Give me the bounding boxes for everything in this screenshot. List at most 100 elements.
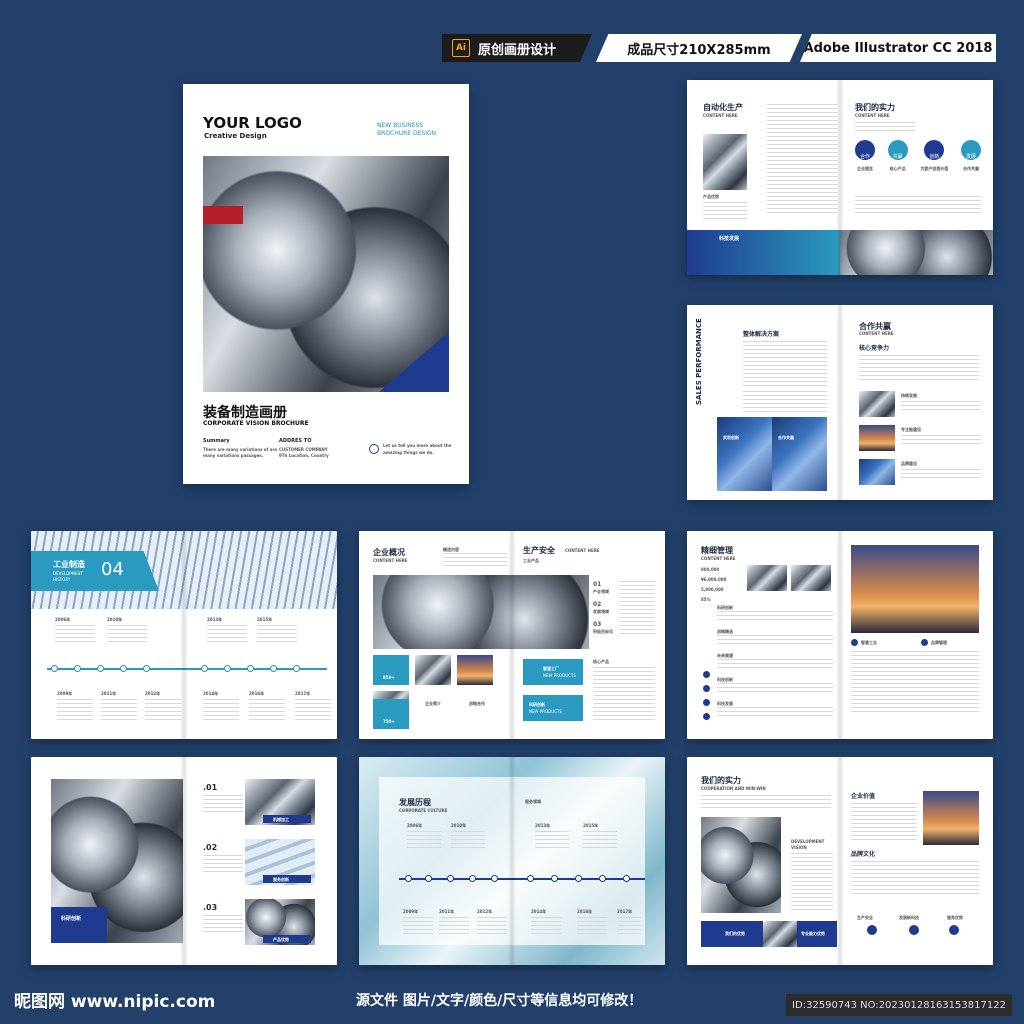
spread-research: 科研创新 .01 机械加工 .02 服务创新 .03 产品优势 (31, 757, 337, 965)
p3-timeline-dot (120, 665, 127, 672)
design-badge-label: 原创画册设计 (478, 42, 557, 58)
p7-timeline-dot (599, 875, 606, 882)
p5-left-title: 精细管理 (701, 546, 733, 555)
p7-year: 2011年 (439, 909, 455, 914)
p2-list-text (901, 469, 981, 481)
p5-left-sub: CONTENT HERE (701, 556, 736, 561)
p7-year: 2010年 (451, 823, 467, 828)
p5-bullet-icon (703, 713, 710, 720)
p4-num-label: 发展领域 (593, 609, 609, 614)
p3-year-text (57, 699, 93, 723)
p3-year: 2017年 (295, 691, 311, 696)
p5-stat: ¥6,000,000 (701, 577, 727, 582)
p6-thumb-bar: 产品优势 (263, 935, 311, 943)
p5-item-text (717, 659, 833, 669)
p4-box1: 智慧工厂 NEW PRODUCTS (523, 659, 583, 685)
address-label: ADDRES TO (279, 438, 312, 444)
p6-num: .03 (203, 903, 218, 912)
p4-stat: 750+ (383, 719, 395, 724)
p7-timeline-dot (405, 875, 412, 882)
p1-circle-label: 共赢 (887, 140, 908, 160)
nipic-logo: 昵图网 www.nipic.com (14, 992, 216, 1012)
p2-left-title: 整体解决方案 (743, 331, 780, 338)
p2-img-label: 实现创新 (723, 435, 739, 440)
p7-year: 2013年 (535, 823, 551, 828)
p3-year-text (295, 699, 331, 723)
p3-timeline-dot (224, 665, 231, 672)
p2-right-text (859, 355, 979, 383)
p5-stat: 800,000 (701, 567, 720, 572)
p2-blue-image-left: 实现创新 (717, 417, 772, 491)
p1-text-block (767, 104, 837, 214)
p4-thumb (415, 655, 451, 685)
p8-dev1: DEVELOPMENT (791, 839, 825, 844)
p4-box1-en: NEW PRODUCTS (543, 673, 576, 678)
p7-year-text (583, 831, 617, 851)
p1-left-caption: 产品优势 (703, 194, 719, 199)
tell-line1: Let us tell you more about the (383, 443, 452, 448)
p3-label-cn: 工业制造 (53, 560, 85, 569)
p8-bottom-label: 我们的优势 (725, 931, 745, 936)
p7-year-text (577, 917, 607, 935)
p1-circle: 共赢 核心产品 (887, 140, 908, 172)
p6-thumb: 产品优势 (245, 899, 315, 945)
p6-num-text (203, 915, 243, 935)
p7-timeline-dot (527, 875, 534, 882)
p4-box2-cn: 科研创新 (529, 702, 545, 707)
p5-bullet-icon (703, 671, 710, 678)
p3-timeline-dot (51, 665, 58, 672)
spread-cooperation: 我们的实力 COOPERATION AND WIN-WIN DEVELOPMEN… (687, 757, 993, 965)
p8-bottom-label: 专业能力优势 (801, 931, 825, 936)
p4-num-label: 产业领域 (593, 589, 609, 594)
p6-num: .01 (203, 783, 218, 792)
p5-item-text (717, 611, 833, 621)
p3-year: 2014年 (203, 691, 219, 696)
p4-num-text (619, 581, 655, 637)
p2-list-image (859, 425, 895, 451)
p5-item-text (717, 635, 833, 645)
p1-pipes-image (703, 134, 747, 190)
spread-automation: 自动化生产 CONTENT HERE 产品优势 科技发展 我们的实力 CONTE… (687, 80, 993, 275)
p4-thumb (457, 655, 493, 685)
p8-title-en: COOPERATION AND WIN-WIN (701, 786, 766, 791)
p3-year-text (101, 699, 137, 723)
p4-num: 02 (593, 601, 602, 608)
p1-right-lines (855, 122, 915, 132)
p2-list-image (859, 459, 895, 485)
p8-dev2: VISION (791, 845, 807, 850)
p7-year-text (617, 917, 641, 935)
p1-circle-label: 发展 (960, 140, 981, 160)
p2-list-item: 持续发展 (901, 393, 917, 398)
p7-title-cn: 发展历程 (399, 798, 431, 807)
address-line1: CUSTOMER COMPANY (279, 447, 328, 452)
p3-number: 04 (101, 559, 124, 580)
p4-left-text (443, 553, 507, 567)
p5-thumb (747, 565, 787, 591)
p1-right-text (855, 196, 981, 214)
red-part (203, 206, 243, 224)
p8-plane-image (923, 791, 979, 845)
p8-bottom-box: 我们的优势 (701, 921, 763, 947)
p3-year: 2006年 (55, 617, 71, 622)
p5-stat: 5,800,000 (701, 587, 724, 592)
p5-bullet-icon (703, 699, 710, 706)
cover-page: YOUR LOGO Creative Design NEW BUSINESS B… (183, 84, 469, 484)
footer-caption: 源文件 图片/文字/颜色/尺寸等信息均可修改！ (356, 993, 643, 1009)
p7-title-en: CORPORATE CULTURE (399, 808, 448, 813)
p3-year: 2009年 (57, 691, 73, 696)
p3-year: 2016年 (249, 691, 265, 696)
summary-text2: many variations passages. (203, 453, 264, 458)
p7-timeline-dot (447, 875, 454, 882)
p5-right-cap: 智慧工业 (861, 640, 877, 645)
p4-stat: 850+ (383, 675, 395, 680)
p2-list-text (901, 435, 981, 447)
p1-circle-caption: 为客户创造价值 (920, 166, 949, 171)
p7-year-text (535, 831, 569, 851)
spread-solutions: SALES PERFORMANCE 整体解决方案 实现创新 合作共赢 合作共赢 … (687, 305, 993, 500)
p1-gears-image (840, 230, 993, 275)
p8-right-title1: 企业价值 (851, 793, 876, 800)
p1-circle-caption: 核心产品 (889, 166, 906, 171)
cover-title-cn: 装备制造画册 (203, 405, 287, 421)
size-badge: 成品尺寸210X285mm (596, 34, 802, 62)
p5-thumb (791, 565, 831, 591)
